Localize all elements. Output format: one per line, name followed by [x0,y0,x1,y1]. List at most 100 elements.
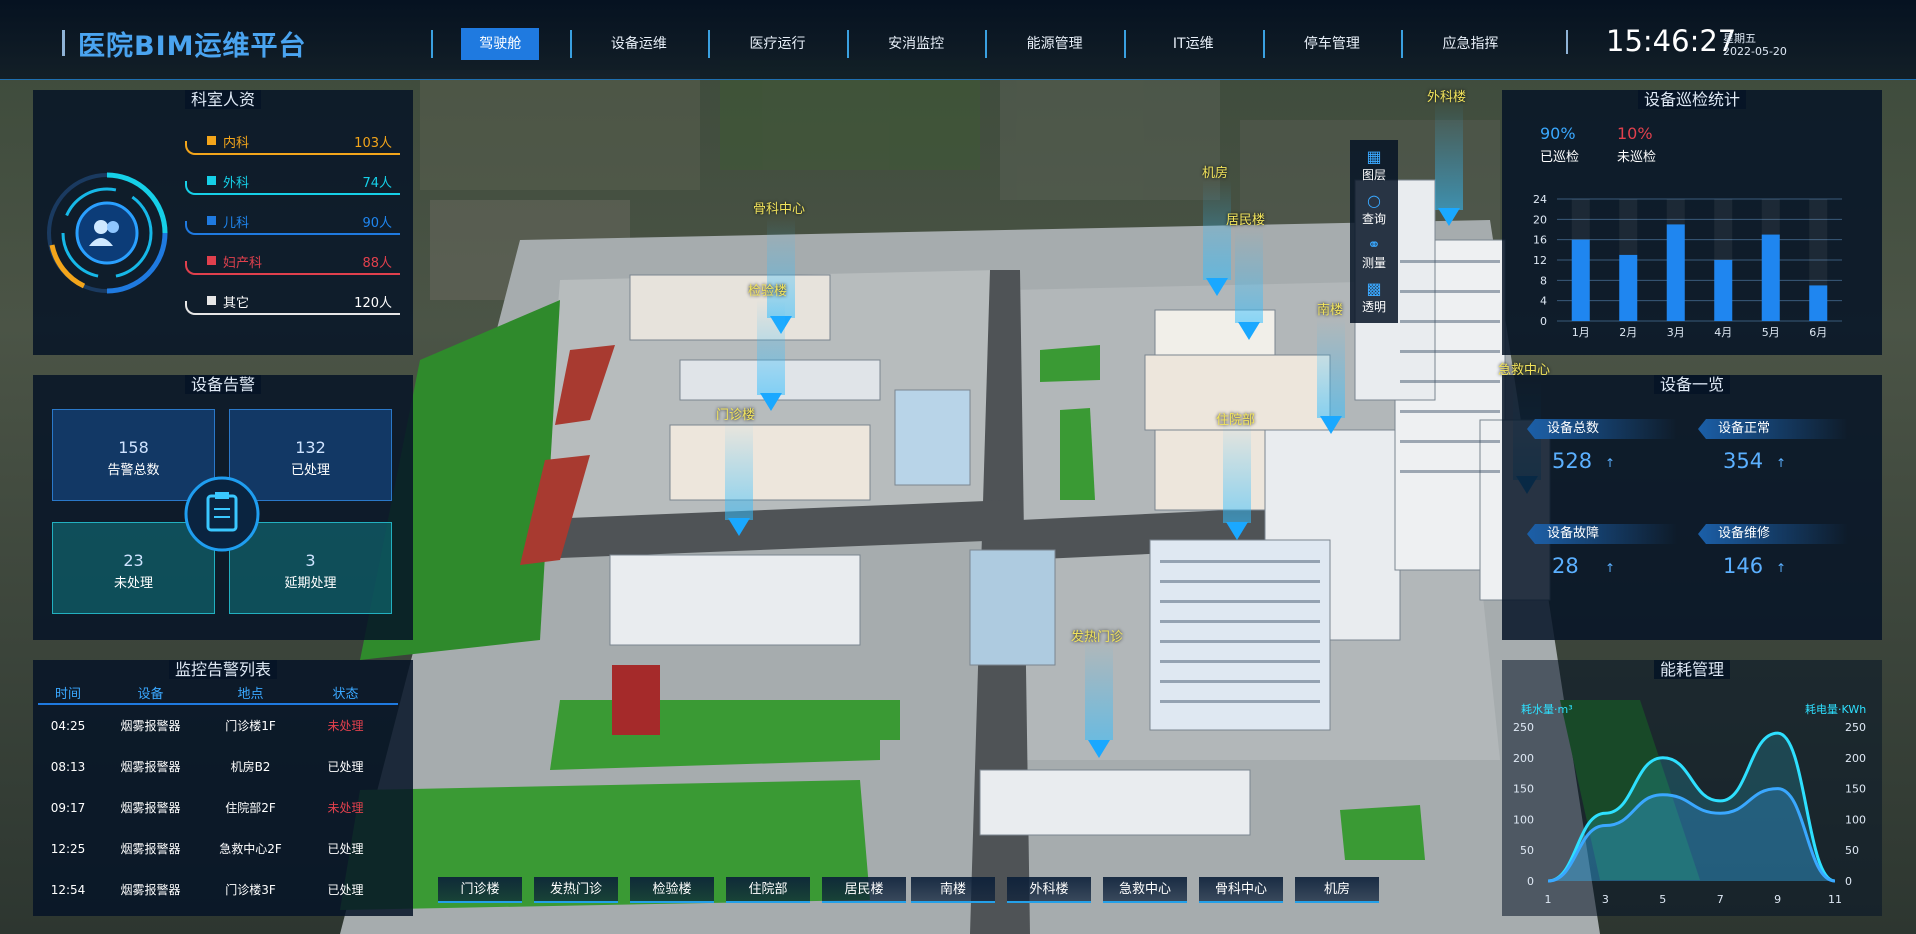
building-button[interactable]: 门诊楼 [438,877,522,903]
nav-tab-parking[interactable]: 停车管理 [1262,28,1402,60]
col-header-status[interactable]: 状态 [298,683,393,703]
map-pin[interactable] [1088,740,1110,758]
nav-tab-energy[interactable]: 能源管理 [985,28,1124,60]
energy-line-chart: 0 50 100 150 200 250 0 50 100 150 200 250 1 3 5 7 9 11 [1513,721,1866,905]
nav-tab-cockpit[interactable]: 驾驶舱 [431,28,570,60]
col-header-time[interactable]: 时间 [38,683,98,703]
map-label-machine-room[interactable]: 机房 [1202,162,1228,181]
x-tick-label: 9 [1774,893,1781,905]
map-label-residential[interactable]: 居民楼 [1226,209,1265,228]
bar-4月[interactable] [1714,260,1733,321]
building-button[interactable]: 机房 [1295,877,1379,903]
table-row[interactable]: 04:25 烟雾报警器 门诊楼1F 未处理 [38,705,398,746]
staff-row-internal[interactable]: 内科 103人 [185,127,400,155]
y-tick-label: 8 [1540,274,1547,287]
bar-2月[interactable] [1619,254,1638,321]
map-pin[interactable] [1238,322,1260,340]
device-card-value: 354 [1723,449,1764,473]
clock-time: 15:46:27 [1606,24,1737,58]
staff-row-surgery[interactable]: 外科 74人 [185,167,400,195]
staff-row-obstetrics[interactable]: 妇产科 88人 [185,247,400,275]
map-pin[interactable] [1438,208,1460,226]
y-left-tick-label: 200 [1513,752,1534,765]
map-tool-0[interactable]: ▦ 图层 [1352,148,1396,183]
map-label-lab[interactable]: 检验楼 [748,280,787,299]
table-row[interactable]: 12:25 烟雾报警器 急救中心2F 已处理 [38,828,398,869]
x-tick-label: 7 [1717,893,1724,905]
nav-tab-label: 驾驶舱 [461,28,540,60]
col-header-location[interactable]: 地点 [203,683,298,703]
bar-5月[interactable] [1761,234,1780,321]
staff-panel-title: 科室人资 [33,90,413,110]
map-label-outpatient[interactable]: 门诊楼 [716,404,755,423]
x-tick-label: 1月 [1572,326,1590,339]
y-left-tick-label: 100 [1513,813,1534,826]
building-button[interactable]: 居民楼 [822,877,906,903]
alarm-total-value: 158 [118,438,149,457]
nav-tab-emergency[interactable]: 应急指挥 [1401,28,1540,60]
map-pin[interactable] [728,518,750,536]
nav-tab-device-ops[interactable]: 设备运维 [569,28,709,60]
table-row[interactable]: 08:13 烟雾报警器 机房B2 已处理 [38,746,398,787]
device-total-card[interactable]: 设备总数 528 ↑ [1527,419,1677,499]
bar-3月[interactable] [1666,224,1685,321]
cell-time: 12:25 [50,841,86,856]
building-button[interactable]: 南楼 [911,877,995,903]
map-pin[interactable] [1320,416,1342,434]
map-label-fever-clinic[interactable]: 发热门诊 [1071,626,1123,645]
building-button[interactable]: 外科楼 [1007,877,1091,903]
nav-tab-label: 能源管理 [1026,36,1083,52]
x-tick-label: 11 [1828,893,1842,905]
map-tool-label: 透明 [1361,300,1386,314]
cell-location: 急救中心2F [219,842,282,856]
map-tool-1[interactable]: ○ 查询 [1352,192,1396,227]
col-header-device[interactable]: 设备 [98,683,203,703]
building-button[interactable]: 检验楼 [630,877,714,903]
device-panel-title: 设备一览 [1502,375,1882,395]
alarm-unprocessed-label: 未处理 [113,576,153,591]
nav-tab-it-ops[interactable]: IT运维 [1123,28,1263,60]
map-label-orthopedics[interactable]: 骨科中心 [753,198,805,217]
device-repair-card[interactable]: 设备维修 146 ↑ [1698,524,1848,604]
map-pin[interactable] [1226,522,1248,540]
nav-tab-security[interactable]: 安消监控 [846,28,986,60]
user-group-icon [94,220,108,234]
map-tool-2[interactable]: ⚭ 测量 [1352,236,1396,271]
bar-1月[interactable] [1571,239,1590,321]
device-normal-card[interactable]: 设备正常 354 ↑ [1698,419,1848,499]
device-card-value: 528 [1552,449,1593,473]
table-row[interactable]: 12:54 烟雾报警器 门诊楼3F 已处理 [38,869,398,910]
map-tool-label: 查询 [1361,212,1386,226]
building-button[interactable]: 住院部 [726,877,810,903]
building-button[interactable]: 骨科中心 [1199,877,1283,903]
search-icon: ○ [1367,191,1381,210]
device-fault-card[interactable]: 设备故障 28 ↑ [1527,524,1677,604]
cell-status: 已处理 [327,760,364,774]
map-label-south[interactable]: 南楼 [1317,299,1343,318]
row-underline [185,181,400,195]
staff-row-other[interactable]: 其它 120人 [185,287,400,315]
map-label-inpatient[interactable]: 住院部 [1216,409,1255,428]
building-button[interactable]: 急救中心 [1103,877,1187,903]
not-inspected-label: 未巡检 [1617,150,1657,165]
pin-beam [725,420,753,520]
device-card-label: 设备维修 [1698,524,1848,544]
device-card-label: 设备正常 [1698,419,1848,439]
clock-weekday: 星期五 [1723,32,1756,45]
app-title: 医院BIM运维平台 [78,31,307,62]
map-pin[interactable] [1206,278,1228,296]
y-right-tick-label: 0 [1845,875,1852,888]
table-row[interactable]: 09:17 烟雾报警器 住院部2F 未处理 [38,787,398,828]
y-right-tick-label: 200 [1845,752,1866,765]
map-pin[interactable] [760,393,782,411]
cell-device: 烟雾报警器 [120,760,181,774]
device-card-label: 设备总数 [1527,419,1677,439]
bar-6月[interactable] [1809,285,1828,321]
cell-status: 已处理 [327,883,364,897]
nav-tab-medical-ops[interactable]: 医疗运行 [708,28,847,60]
pin-beam [1203,180,1231,280]
map-tool-3[interactable]: ▩ 透明 [1352,280,1396,315]
staff-row-pediatrics[interactable]: 儿科 90人 [185,207,400,235]
map-label-surgery[interactable]: 外科楼 [1427,86,1466,105]
building-button[interactable]: 发热门诊 [534,877,618,903]
